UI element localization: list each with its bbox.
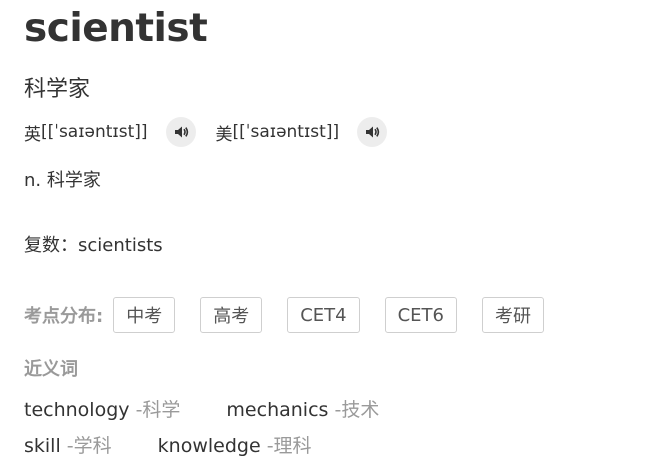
synonyms-title: 近义词	[24, 359, 78, 380]
synonym-definition: -理科	[266, 435, 312, 457]
exam-label: 考点分布:	[24, 306, 104, 327]
speaker-icon	[366, 126, 380, 138]
uk-phonetic: [[ˈsaɪəntɪst]]	[41, 122, 148, 142]
synonym-word: mechanics	[226, 399, 329, 421]
uk-label: 英	[24, 124, 41, 145]
exam-tag-zhongkao[interactable]: 中考	[113, 297, 176, 333]
pronunciation-row: 英 [[ˈsaɪəntɪst]] 美 [[ˈsaɪəntɪst]]	[24, 117, 388, 147]
us-phonetic: [[ˈsaɪəntɪst]]	[232, 122, 340, 142]
synonym-item[interactable]: knowledge -理科	[158, 431, 312, 458]
exam-tag-cet4[interactable]: CET4	[287, 297, 360, 333]
synonym-definition: -技术	[334, 399, 380, 421]
headword: scientist	[24, 6, 208, 51]
synonym-definition: -学科	[66, 435, 112, 457]
synonym-word: skill	[24, 435, 61, 457]
synonyms-row: skill -学科 knowledge -理科	[24, 431, 358, 458]
synonym-word: technology	[24, 399, 130, 421]
word-translation: 科学家	[24, 77, 91, 102]
definition: n. 科学家	[24, 170, 101, 191]
exam-tag-kaoyan[interactable]: 考研	[481, 297, 544, 333]
exam-tag-gaokao[interactable]: 高考	[200, 297, 263, 333]
uk-audio-button[interactable]	[165, 117, 196, 147]
synonym-definition: -科学	[135, 399, 181, 421]
us-label: 美	[215, 124, 233, 145]
exam-tag-cet6[interactable]: CET6	[384, 297, 457, 333]
synonym-word: knowledge	[157, 435, 261, 457]
synonyms-row: technology -科学 mechanics -技术	[24, 395, 425, 422]
uk-pronunciation: 英 [[ˈsaɪəntɪst]]	[24, 117, 196, 147]
exam-distribution: 考点分布: 中考 高考 CET4 CET6 考研	[24, 297, 569, 333]
synonym-item[interactable]: mechanics -技术	[226, 395, 379, 422]
us-pronunciation: 美 [[ˈsaɪəntɪst]]	[216, 117, 388, 147]
synonym-item[interactable]: skill -学科	[24, 431, 112, 458]
speaker-icon	[174, 126, 188, 138]
synonym-item[interactable]: technology -科学	[24, 395, 180, 422]
us-audio-button[interactable]	[357, 117, 388, 147]
plural-form: 复数：scientists	[24, 235, 163, 256]
